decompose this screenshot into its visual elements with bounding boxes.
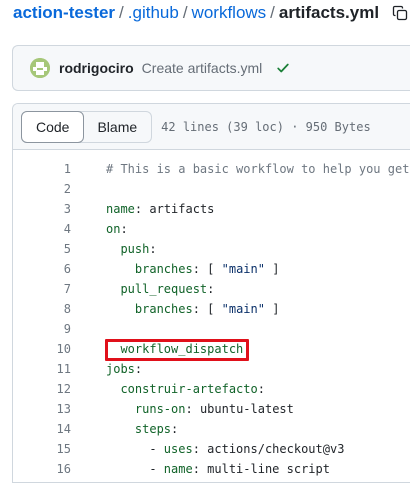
code-line: 16 - name: multi-line script [13, 459, 410, 479]
line-content: on: [106, 222, 128, 236]
code-line: 5 push: [13, 239, 410, 259]
line-content: name: artifacts [106, 202, 215, 216]
code-line: 1 # This is a basic workflow to help you … [13, 159, 410, 179]
line-number[interactable]: 11 [13, 362, 71, 376]
code-line: 6 branches: [ "main" ] [13, 259, 410, 279]
copy-path-button[interactable] [391, 4, 409, 22]
identicon-avatar-icon [30, 58, 50, 78]
commit-status-check[interactable] [276, 61, 290, 75]
line-content: push: [120, 242, 157, 256]
line-content: - uses: actions/checkout@v3 [106, 442, 345, 456]
line-number[interactable]: 10 [13, 342, 71, 356]
commit-author-link[interactable]: rodrigociro [59, 60, 134, 76]
line-number[interactable]: 14 [13, 422, 71, 436]
line-number[interactable]: 12 [13, 382, 71, 396]
line-content: branches: [ "main" ] [134, 302, 280, 316]
tab-code[interactable]: Code [21, 110, 85, 143]
line-content: pull_request: [120, 282, 215, 296]
line-number[interactable]: 3 [13, 202, 71, 216]
line-number[interactable]: 15 [13, 442, 71, 456]
line-number[interactable]: 2 [13, 182, 71, 196]
code-line: 9 [13, 319, 410, 339]
file-viewer: Code Blame 42 lines (39 loc) · 950 Bytes… [12, 103, 410, 483]
code-line: 10 workflow_dispatch: [13, 339, 410, 359]
commit-message-link[interactable]: Create artifacts.yml [142, 60, 263, 76]
line-content: jobs: [106, 362, 143, 376]
code-listing: 1 # This is a basic workflow to help you … [13, 150, 410, 479]
check-icon [277, 63, 289, 73]
latest-commit-box: rodrigociro Create artifacts.yml [12, 45, 410, 91]
breadcrumb-separator: / [119, 3, 124, 22]
code-line: 7 pull_request: [13, 279, 410, 299]
line-number[interactable]: 8 [13, 302, 71, 316]
copy-icon [392, 5, 408, 21]
line-number[interactable]: 5 [13, 242, 71, 256]
line-content: runs-on: ubuntu-latest [134, 402, 294, 416]
breadcrumb-separator: / [182, 3, 188, 22]
line-number[interactable]: 6 [13, 262, 71, 276]
line-number[interactable]: 9 [13, 322, 71, 336]
code-line: 3 name: artifacts [13, 199, 410, 219]
view-mode-toggle: Code Blame [21, 110, 153, 143]
breadcrumb-github-dir-link[interactable]: .github [128, 3, 179, 23]
file-header: Code Blame 42 lines (39 loc) · 950 Bytes [13, 104, 410, 150]
code-line: 2 [13, 179, 410, 199]
line-number[interactable]: 13 [13, 402, 71, 416]
line-content: - name: multi-line script [106, 462, 330, 476]
code-line: 8 branches: [ "main" ] [13, 299, 410, 319]
line-content: # This is a basic workflow to help you g… [106, 162, 410, 176]
code-line: 12 construir-artefacto: [13, 379, 410, 399]
breadcrumb-current-file: artifacts.yml [278, 3, 380, 22]
breadcrumb-separator: / [270, 3, 275, 22]
line-content: construir-artefacto: [120, 382, 265, 396]
breadcrumb: action-tester / .github / workflows / ar… [13, 2, 409, 24]
tab-blame[interactable]: Blame [83, 112, 151, 142]
author-avatar[interactable] [30, 58, 50, 78]
code-line: 11 jobs: [13, 359, 410, 379]
line-content: branches: [ "main" ] [134, 262, 280, 276]
line-content: workflow_dispatch: [120, 342, 251, 356]
code-line: 15 - uses: actions/checkout@v3 [13, 439, 410, 459]
code-line: 13 runs-on: ubuntu-latest [13, 399, 410, 419]
line-number[interactable]: 4 [13, 222, 71, 236]
line-number[interactable]: 1 [13, 162, 71, 176]
breadcrumb-repo-link[interactable]: action-tester [13, 3, 115, 23]
file-info: 42 lines (39 loc) · 950 Bytes [161, 119, 371, 134]
code-line: 4 on: [13, 219, 410, 239]
code-line: 14 steps: [13, 419, 410, 439]
breadcrumb-workflows-dir-link[interactable]: workflows [192, 3, 267, 23]
line-number[interactable]: 16 [13, 462, 71, 476]
line-number[interactable]: 7 [13, 282, 71, 296]
line-content: steps: [134, 422, 179, 436]
